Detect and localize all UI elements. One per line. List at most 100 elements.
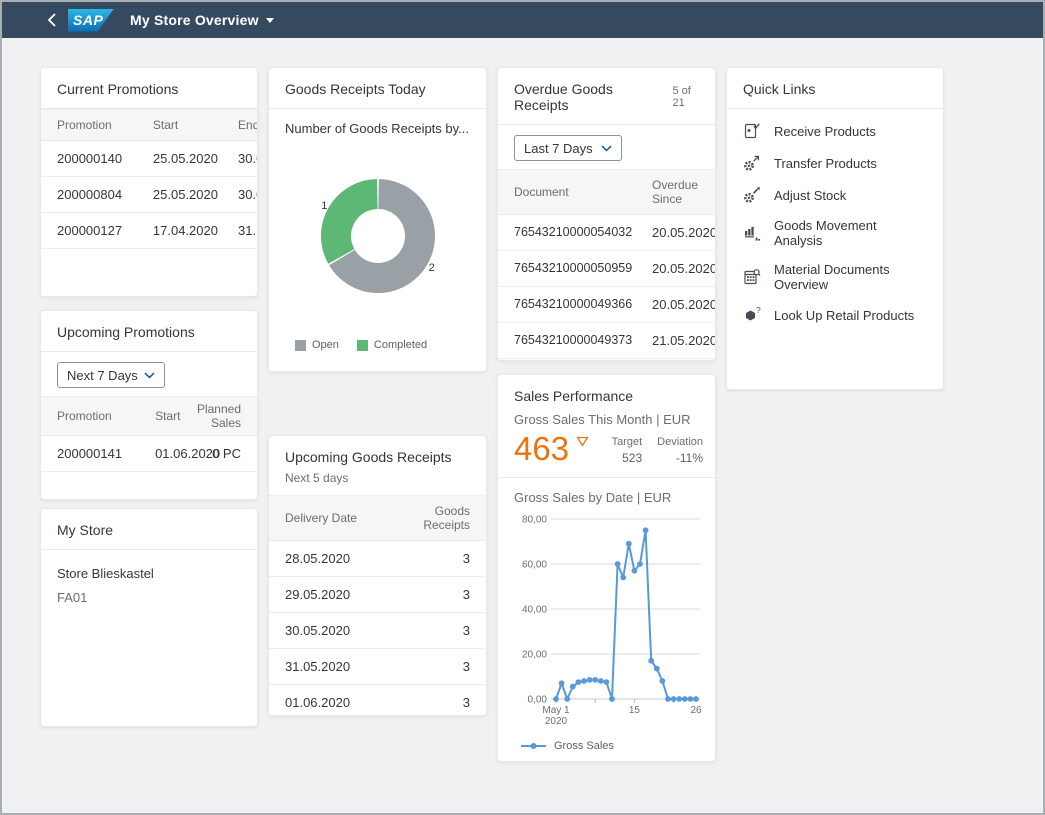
- select-value: Last 7 Days: [524, 141, 593, 156]
- quick-link-look-up-retail-products[interactable]: ? Look Up Retail Products: [727, 299, 943, 331]
- column-header: Delivery Date: [269, 496, 378, 541]
- kpi-target: Target 523: [612, 436, 643, 465]
- table-row[interactable]: 01.06.20203: [269, 685, 486, 717]
- column-header: End: [230, 110, 257, 141]
- upcoming-promotions-timeframe-select[interactable]: Next 7 Days: [57, 362, 165, 388]
- quick-link-label: Transfer Products: [774, 156, 877, 171]
- legend-label: Open: [312, 339, 339, 351]
- table-row[interactable]: 30.05.20203: [269, 613, 486, 649]
- transfer-products-icon: [743, 154, 761, 172]
- table-row[interactable]: 20000014025.05.202030.05.2020: [41, 141, 257, 177]
- quick-link-label: Receive Products: [774, 124, 876, 139]
- table-cell: 31.05.2020: [269, 649, 378, 685]
- card-upcoming-goods-receipts: Upcoming Goods Receipts Next 5 days Deli…: [268, 435, 487, 716]
- table-cell: 29.05.2020: [269, 577, 378, 613]
- svg-text:26: 26: [690, 705, 702, 716]
- table-header-row: Delivery DateGoods Receipts: [269, 496, 486, 541]
- table-row[interactable]: 31.05.20203: [269, 649, 486, 685]
- table-cell: 200000804: [41, 177, 145, 213]
- table-cell: 01.06.2020: [147, 436, 177, 472]
- table-cell: 17.04.2020: [145, 213, 230, 249]
- sap-logo-text: SAP: [68, 12, 103, 28]
- table-row[interactable]: 7654321000005403220.05.2020: [498, 215, 715, 251]
- select-value: Next 7 Days: [67, 368, 138, 383]
- table-cell: 21.05.2020: [644, 359, 715, 362]
- target-label: Target: [612, 436, 643, 448]
- legend-item-completed[interactable]: Completed: [357, 339, 427, 351]
- svg-text:15: 15: [629, 705, 641, 716]
- table-row[interactable]: 7654321000004937321.05.2020: [498, 323, 715, 359]
- svg-text:20,00: 20,00: [522, 650, 547, 661]
- quick-link-label: Goods Movement Analysis: [774, 218, 927, 248]
- card-title: Sales Performance: [498, 375, 715, 415]
- current-promotions-table: PromotionStartEnd 20000014025.05.202030.…: [41, 109, 257, 249]
- quick-link-material-documents-overview[interactable]: Material Documents Overview: [727, 255, 943, 299]
- column-header: Promotion: [41, 110, 145, 141]
- card-subtitle: Next 5 days: [269, 471, 486, 495]
- app-title-menu[interactable]: My Store Overview: [130, 12, 274, 28]
- table-row[interactable]: 20000014101.06.20200 PC: [41, 436, 257, 472]
- svg-text:1: 1: [321, 200, 327, 212]
- table-row[interactable]: 7654321000005095920.05.2020: [498, 251, 715, 287]
- table-header-row: PromotionStartPlanned Sales: [41, 397, 257, 436]
- table-header-row: DocumentOverdue Since: [498, 170, 715, 215]
- table-cell: 76543210000054032: [498, 215, 644, 251]
- card-quick-links: Quick Links Receive Products: [726, 67, 944, 390]
- material-documents-overview-icon: [743, 268, 761, 286]
- chevron-down-icon: [266, 18, 274, 23]
- column-header: Start: [147, 397, 177, 436]
- store-name: Store Blieskastel: [41, 550, 257, 581]
- goods-receipts-donut: 21: [269, 136, 486, 328]
- back-button[interactable]: [46, 11, 58, 29]
- card-sales-performance: Sales Performance Gross Sales This Month…: [497, 374, 716, 762]
- quick-link-goods-movement-analysis[interactable]: Goods Movement Analysis: [727, 211, 943, 255]
- quick-link-adjust-stock[interactable]: Adjust Stock: [727, 179, 943, 211]
- table-row[interactable]: 7654321000005096621.05.2020: [498, 359, 715, 362]
- table-cell: 20.05.2020: [644, 251, 715, 287]
- legend-swatch-open: [295, 340, 306, 351]
- table-row[interactable]: 28.05.20203: [269, 541, 486, 577]
- table-cell: 3: [378, 649, 487, 685]
- table-row[interactable]: 20000012717.04.202031.12.2030: [41, 213, 257, 249]
- quick-links-list: Receive Products Transfer Products: [727, 115, 943, 331]
- shell-header: SAP My Store Overview: [2, 2, 1043, 38]
- deviation-label: Deviation: [657, 436, 703, 448]
- column-header: Overdue Since: [644, 170, 715, 215]
- deviation-value: -11%: [657, 451, 703, 465]
- card-upcoming-promotions: Upcoming Promotions Next 7 Days Promotio…: [40, 310, 258, 500]
- table-cell: 3: [378, 541, 487, 577]
- card-title: Overdue Goods Receipts: [498, 68, 673, 124]
- legend-swatch-completed: [357, 340, 368, 351]
- record-count: 5 of 21: [673, 85, 704, 109]
- quick-link-transfer-products[interactable]: Transfer Products: [727, 147, 943, 179]
- donut-legend: Open Completed: [269, 333, 486, 351]
- card-goods-receipts-today: Goods Receipts Today Number of Goods Rec…: [268, 67, 487, 372]
- table-cell: 3: [378, 577, 487, 613]
- table-row[interactable]: 29.05.20203: [269, 577, 486, 613]
- card-title: Quick Links: [727, 68, 943, 109]
- upcoming-promotions-table: PromotionStartPlanned Sales 20000014101.…: [41, 396, 257, 472]
- app-window: SAP My Store Overview Current Promotions…: [0, 0, 1045, 815]
- kpi-label: Gross Sales This Month | EUR: [498, 412, 715, 431]
- kpi-row: 463 Target 523 Deviation -11%: [498, 431, 715, 477]
- table-row[interactable]: 20000080425.05.202030.05.2020: [41, 177, 257, 213]
- quick-link-label: Look Up Retail Products: [774, 308, 914, 323]
- overdue-goods-receipts-timeframe-select[interactable]: Last 7 Days: [514, 135, 622, 161]
- sap-logo: SAP: [68, 9, 114, 32]
- kpi-value: 463: [514, 431, 569, 467]
- table-cell: 76543210000050959: [498, 251, 644, 287]
- column-header: Document: [498, 170, 644, 215]
- store-id: FA01: [41, 581, 257, 605]
- legend-item-gross-sales[interactable]: Gross Sales: [498, 738, 715, 752]
- table-cell: 25.05.2020: [145, 177, 230, 213]
- table-row[interactable]: 7654321000004936620.05.2020: [498, 287, 715, 323]
- line-series-legend-icon: [520, 742, 547, 750]
- receive-products-icon: [743, 122, 761, 140]
- legend-item-open[interactable]: Open: [295, 339, 339, 351]
- kpi-deviation: Deviation -11%: [657, 436, 703, 465]
- look-up-retail-products-icon: ?: [743, 306, 761, 324]
- quick-link-receive-products[interactable]: Receive Products: [727, 115, 943, 147]
- svg-text:40,00: 40,00: [522, 605, 547, 616]
- page-title: My Store Overview: [130, 12, 259, 28]
- table-cell: 200000140: [41, 141, 145, 177]
